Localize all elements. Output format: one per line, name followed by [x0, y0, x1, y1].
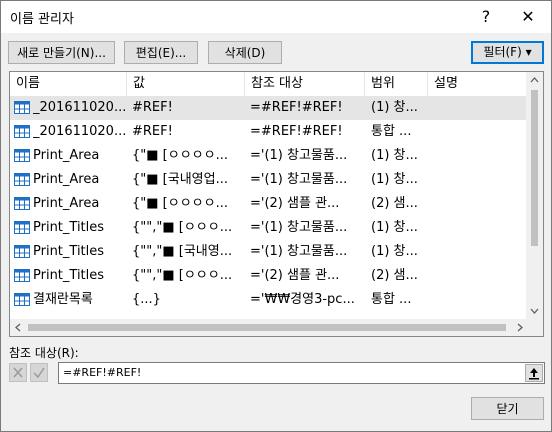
refers-to-value: =#REF!#REF! — [63, 366, 142, 379]
table-row[interactable]: Print_Titles {"","■ [ㅇㅇㅇ... ='(2) 샘플 관... (… — [10, 264, 529, 288]
column-header-name[interactable]: 이름 — [10, 72, 127, 96]
name-cell: Print_Titles — [33, 244, 105, 259]
name-cell: _201611020... — [33, 100, 127, 115]
comment-cell — [434, 288, 528, 312]
refers-to-cell: ='₩₩경영3-pc... — [250, 292, 355, 307]
edit-button[interactable]: 편집(E)... — [124, 41, 198, 64]
scope-cell: (2) 샘... — [371, 268, 418, 283]
refers-to-cell: ='(1) 창고물품... — [250, 172, 348, 187]
named-range-icon — [14, 149, 30, 162]
named-range-icon — [14, 197, 30, 210]
horizontal-scrollbar-graphic — [15, 323, 523, 332]
named-range-icon — [14, 245, 30, 258]
scope-cell: 통합 ... — [371, 292, 412, 307]
name-cell: 결재란목록 — [33, 292, 93, 307]
refers-to-cell: ='(2) 샘플 관... — [250, 268, 340, 283]
value-cell: {...} — [132, 292, 161, 307]
table-row[interactable]: Print_Area {"■ [국내영업... ='(1) 창고물품... (1) 창… — [10, 168, 529, 192]
name-cell: Print_Area — [33, 196, 100, 211]
comment-cell — [434, 96, 528, 120]
help-button[interactable]: ? — [463, 1, 509, 33]
value-cell: {"","■ [ㅇㅇㅇ... — [132, 268, 233, 283]
cancel-x-icon — [13, 367, 23, 378]
refers-to-cell: =#REF!#REF! — [250, 124, 343, 139]
names-list[interactable]: 이름 값 참조 대상 범위 설명 _201611020... #REF! =#REF… — [9, 71, 544, 337]
named-range-icon — [14, 221, 30, 234]
column-header-refers-to[interactable]: 참조 대상 — [245, 72, 365, 96]
scope-cell: (1) 창... — [371, 148, 418, 163]
table-row[interactable]: 결재란목록 {...} ='₩₩경영3-pc... 통합 ... — [10, 288, 529, 312]
named-range-icon — [14, 269, 30, 282]
scope-cell: (1) 창... — [371, 244, 418, 259]
value-cell: #REF! — [132, 124, 173, 139]
comment-cell — [434, 144, 528, 168]
confirm-edit-button[interactable] — [30, 363, 48, 382]
table-row[interactable]: Print_Titles {"","■ [국내영... ='(1) 창고물품... (… — [10, 240, 529, 264]
column-header-value[interactable]: 값 — [127, 72, 245, 96]
column-header-comment[interactable]: 설명 — [428, 72, 529, 96]
value-cell: {"","■ [ㅇㅇㅇ... — [132, 220, 233, 235]
scope-cell: 통합 ... — [371, 124, 412, 139]
name-manager-dialog: 이름 관리자 ? ✕ 새로 만들기(N)... 편집(E)... 삭제(D) 필… — [0, 0, 552, 432]
table-row[interactable]: _201611020... #REF! =#REF!#REF! (1) 창... — [10, 96, 529, 120]
value-cell: #REF! — [132, 100, 173, 115]
value-cell: {"■ [국내영업... — [132, 172, 228, 187]
scope-cell: (2) 샘... — [371, 196, 418, 211]
name-cell: Print_Area — [33, 148, 100, 163]
value-cell: {"■ [ㅇㅇㅇㅇ... — [132, 196, 228, 211]
scope-cell: (1) 창... — [371, 172, 418, 187]
table-row[interactable]: Print_Area {"■ [ㅇㅇㅇㅇ... ='(2) 샘플 관... (2) 샘… — [10, 192, 529, 216]
name-cell: Print_Area — [33, 172, 100, 187]
scope-cell: (1) 창... — [371, 100, 418, 115]
name-cell: Print_Titles — [33, 268, 105, 283]
named-range-icon — [14, 173, 30, 186]
refers-to-cell: ='(1) 창고물품... — [250, 244, 348, 259]
close-button[interactable]: 닫기 — [471, 397, 544, 420]
close-window-button[interactable]: ✕ — [505, 1, 551, 33]
refers-to-cell: ='(1) 창고물품... — [250, 148, 348, 163]
comment-cell — [434, 168, 528, 192]
horizontal-scrollbar[interactable] — [10, 319, 527, 336]
refers-to-label: 참조 대상(R): — [9, 346, 79, 360]
refers-to-input[interactable]: =#REF!#REF! — [58, 362, 545, 384]
comment-cell — [434, 192, 528, 216]
collapse-dialog-button[interactable] — [525, 364, 543, 382]
vertical-scrollbar[interactable] — [526, 72, 543, 336]
comment-cell — [434, 120, 528, 144]
named-range-icon — [14, 101, 30, 114]
comment-cell — [434, 240, 528, 264]
delete-button[interactable]: 삭제(D) — [208, 41, 282, 64]
table-row[interactable]: Print_Area {"■ [ㅇㅇㅇㅇ... ='(1) 창고물품... (1) 창… — [10, 144, 529, 168]
vertical-scrollbar-graphic — [530, 77, 539, 314]
new-button[interactable]: 새로 만들기(N)... — [8, 41, 115, 64]
name-cell: _201611020... — [33, 124, 127, 139]
collapse-arrow-icon — [529, 368, 539, 380]
named-range-icon — [14, 293, 30, 306]
filter-button[interactable]: 필터(F) ▾ — [471, 41, 544, 64]
named-range-icon — [14, 125, 30, 138]
refers-to-cell: ='(2) 샘플 관... — [250, 196, 340, 211]
table-row[interactable]: Print_Titles {"","■ [ㅇㅇㅇ... ='(1) 창고물품... (… — [10, 216, 529, 240]
list-header: 이름 값 참조 대상 범위 설명 — [10, 72, 529, 97]
refers-to-cell: =#REF!#REF! — [250, 100, 343, 115]
window-title: 이름 관리자 — [10, 12, 74, 27]
refers-to-cell: ='(1) 창고물품... — [250, 220, 348, 235]
title-bar: 이름 관리자 ? ✕ — [1, 1, 551, 33]
cancel-edit-button[interactable] — [9, 363, 27, 382]
table-row[interactable]: _201611020... #REF! =#REF!#REF! 통합 ... — [10, 120, 529, 144]
checkmark-icon — [33, 367, 45, 379]
column-header-scope[interactable]: 범위 — [365, 72, 428, 96]
value-cell: {"","■ [국내영... — [132, 244, 233, 259]
comment-cell — [434, 216, 528, 240]
scope-cell: (1) 창... — [371, 220, 418, 235]
name-cell: Print_Titles — [33, 220, 105, 235]
comment-cell — [434, 264, 528, 288]
scroll-corner — [526, 319, 543, 336]
value-cell: {"■ [ㅇㅇㅇㅇ... — [132, 148, 228, 163]
